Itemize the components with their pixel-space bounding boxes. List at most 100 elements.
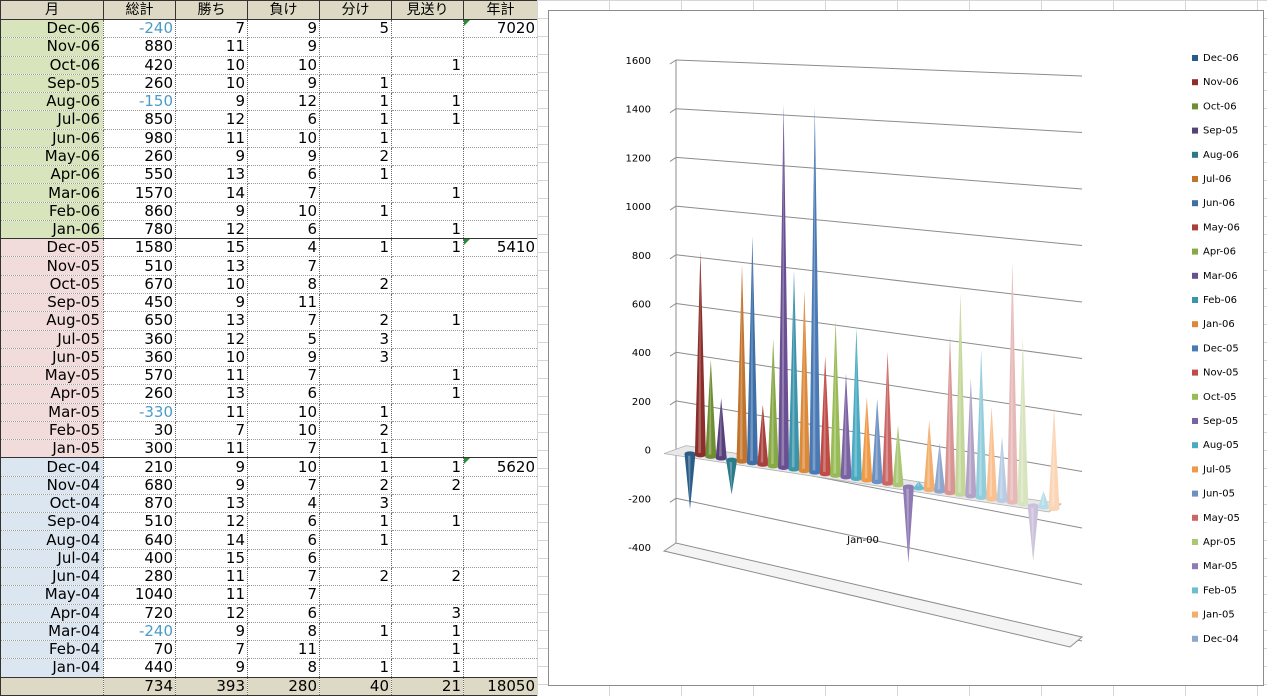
- lose-cell[interactable]: 6: [247, 549, 320, 568]
- month-cell[interactable]: Feb-04: [0, 640, 104, 660]
- cone-bar[interactable]: [902, 484, 914, 564]
- draw-cell[interactable]: [319, 366, 392, 386]
- draw-cell[interactable]: 2: [319, 275, 392, 294]
- win-cell[interactable]: 13: [175, 384, 248, 404]
- skip-cell[interactable]: 2: [391, 567, 464, 587]
- month-cell[interactable]: Jun-04: [0, 567, 104, 587]
- win-cell[interactable]: 12: [175, 512, 248, 532]
- total-cell[interactable]: 70: [103, 640, 176, 660]
- total-cell[interactable]: 260: [103, 384, 176, 404]
- year-cell[interactable]: [463, 512, 538, 532]
- cone-bar[interactable]: [694, 251, 706, 458]
- draw-cell[interactable]: [319, 293, 392, 313]
- month-cell[interactable]: Dec-06: [0, 18, 104, 39]
- draw-cell[interactable]: 3: [319, 330, 392, 349]
- draw-cell[interactable]: [319, 256, 392, 276]
- total-cell[interactable]: 680: [103, 476, 176, 495]
- total-cell[interactable]: 720: [103, 604, 176, 623]
- month-cell[interactable]: Jan-05: [0, 439, 104, 459]
- win-cell[interactable]: 15: [175, 238, 248, 258]
- draw-cell[interactable]: 1: [319, 439, 392, 459]
- draw-cell[interactable]: 1: [319, 658, 392, 678]
- win-cell[interactable]: 9: [175, 658, 248, 678]
- cone-bar[interactable]: [726, 457, 738, 495]
- skip-cell[interactable]: [391, 18, 464, 39]
- win-cell[interactable]: 9: [175, 92, 248, 112]
- year-cell[interactable]: [463, 585, 538, 605]
- win-cell[interactable]: 13: [175, 165, 248, 185]
- skip-cell[interactable]: [391, 37, 464, 57]
- month-cell[interactable]: Oct-05: [0, 275, 104, 294]
- cone-bar[interactable]: [954, 293, 966, 497]
- lose-cell[interactable]: 10: [247, 421, 320, 441]
- total-draw-cell[interactable]: 40: [319, 676, 392, 696]
- cone-bar[interactable]: [705, 359, 717, 459]
- year-cell[interactable]: [463, 439, 538, 459]
- year-cell[interactable]: [463, 604, 538, 623]
- win-cell[interactable]: 13: [175, 256, 248, 276]
- win-cell[interactable]: 11: [175, 439, 248, 459]
- win-cell[interactable]: 10: [175, 348, 248, 368]
- lose-cell[interactable]: 12: [247, 92, 320, 112]
- lose-cell[interactable]: 7: [247, 183, 320, 203]
- lose-cell[interactable]: 10: [247, 403, 320, 422]
- draw-cell[interactable]: [319, 183, 392, 203]
- win-cell[interactable]: 13: [175, 494, 248, 514]
- total-cell[interactable]: 1040: [103, 585, 176, 605]
- month-cell[interactable]: Jun-05: [0, 348, 104, 368]
- draw-cell[interactable]: 1: [319, 512, 392, 532]
- lose-cell[interactable]: 6: [247, 512, 320, 532]
- lose-cell[interactable]: 4: [247, 494, 320, 514]
- win-cell[interactable]: 11: [175, 129, 248, 148]
- year-cell[interactable]: 5410: [463, 238, 538, 258]
- win-cell[interactable]: 9: [175, 457, 248, 477]
- lose-cell[interactable]: 6: [247, 220, 320, 240]
- cone-chart[interactable]: -400 -200 0 200 400 600 800 1000 1200 1400 1600 Jan…: [549, 11, 1263, 685]
- total-cell[interactable]: 570: [103, 366, 176, 386]
- skip-cell[interactable]: [391, 348, 464, 368]
- cone-bar[interactable]: [757, 404, 769, 467]
- year-cell[interactable]: [463, 476, 538, 495]
- year-cell[interactable]: [463, 256, 538, 276]
- month-cell[interactable]: Feb-06: [0, 202, 104, 221]
- skip-cell[interactable]: [391, 202, 464, 221]
- skip-cell[interactable]: [391, 256, 464, 276]
- total-cell[interactable]: 780: [103, 220, 176, 240]
- total-cell[interactable]: 850: [103, 110, 176, 130]
- skip-cell[interactable]: 1: [391, 92, 464, 112]
- col-header-year[interactable]: 年計: [463, 0, 538, 20]
- cone-bar[interactable]: [1027, 503, 1039, 562]
- col-header-win[interactable]: 勝ち: [175, 0, 248, 20]
- year-cell[interactable]: 7020: [463, 18, 538, 39]
- cone-bar[interactable]: [798, 290, 810, 474]
- draw-cell[interactable]: 3: [319, 348, 392, 368]
- month-cell[interactable]: Sep-05: [0, 293, 104, 313]
- draw-cell[interactable]: 1: [319, 129, 392, 148]
- year-cell[interactable]: [463, 37, 538, 57]
- draw-cell[interactable]: [319, 604, 392, 623]
- lose-cell[interactable]: 9: [247, 348, 320, 368]
- year-cell[interactable]: [463, 567, 538, 587]
- month-cell[interactable]: Mar-06: [0, 183, 104, 203]
- month-cell[interactable]: Sep-05: [0, 74, 104, 94]
- cone-bar[interactable]: [975, 349, 987, 500]
- draw-cell[interactable]: 5: [319, 18, 392, 39]
- cone-bar[interactable]: [1006, 261, 1018, 505]
- month-cell[interactable]: Sep-04: [0, 512, 104, 532]
- win-cell[interactable]: 9: [175, 622, 248, 642]
- month-cell[interactable]: Feb-05: [0, 421, 104, 441]
- cone-bar[interactable]: [892, 424, 904, 488]
- lose-cell[interactable]: 11: [247, 293, 320, 313]
- year-cell[interactable]: [463, 366, 538, 386]
- cone-bar[interactable]: [840, 373, 852, 480]
- draw-cell[interactable]: 1: [319, 92, 392, 112]
- draw-cell[interactable]: 1: [319, 165, 392, 185]
- lose-cell[interactable]: 11: [247, 640, 320, 660]
- month-cell[interactable]: May-05: [0, 366, 104, 386]
- total-cell[interactable]: -330: [103, 403, 176, 422]
- year-cell[interactable]: [463, 494, 538, 514]
- lose-cell[interactable]: 7: [247, 439, 320, 459]
- col-header-lose[interactable]: 負け: [247, 0, 320, 20]
- total-cell[interactable]: 440: [103, 658, 176, 678]
- cone-bar[interactable]: [715, 398, 727, 461]
